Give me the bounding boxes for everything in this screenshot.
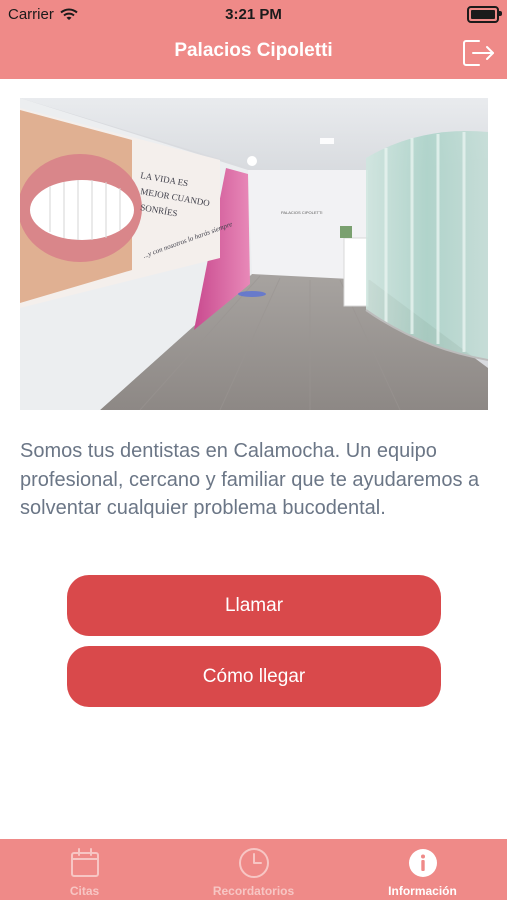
calendar-icon: [70, 848, 99, 877]
tab-label-informacion: Información: [388, 884, 457, 898]
directions-button[interactable]: Cómo llegar: [67, 646, 441, 707]
logout-icon[interactable]: [462, 38, 496, 68]
tab-recordatorios[interactable]: Recordatorios: [169, 839, 338, 900]
page-title: Palacios Cipoletti: [174, 40, 333, 61]
call-button[interactable]: Llamar: [67, 575, 441, 636]
status-bar: Carrier 3:21 PM: [0, 0, 507, 28]
tab-label-citas: Citas: [69, 884, 100, 898]
tab-citas[interactable]: Citas: [0, 839, 169, 900]
clinic-photo: LA VIDA ES MEJOR CUANDO SONRÍES ...y con…: [20, 98, 488, 410]
tab-informacion[interactable]: Información: [338, 839, 507, 900]
clinic-description: Somos tus dentistas en Calamocha. Un equ…: [20, 440, 480, 519]
clinic-sign: PALACIOS CIPOLETTI: [281, 210, 323, 215]
tab-bar: Citas Recordatorios Información: [0, 839, 507, 900]
navigation-header: Carrier 3:21 PM Palacios Cipoletti: [0, 0, 507, 79]
clock-icon: [238, 848, 269, 878]
status-time: 3:21 PM: [225, 6, 282, 23]
battery-icon: [467, 6, 502, 23]
tab-label-recordatorios: Recordatorios: [212, 884, 295, 898]
info-icon: [408, 849, 437, 877]
